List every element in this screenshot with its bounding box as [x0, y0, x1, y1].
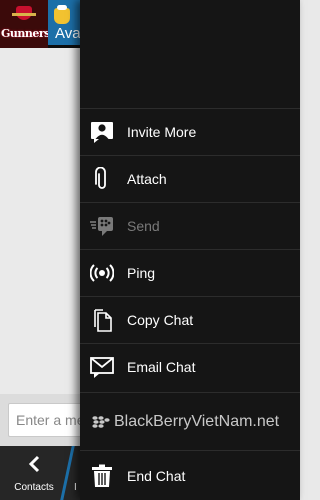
- blackberry-send-icon: [90, 217, 113, 236]
- menu-item-send[interactable]: Send: [80, 202, 300, 249]
- menu-item-attach[interactable]: Attach: [80, 155, 300, 202]
- menu-item-email-chat[interactable]: Email Chat: [80, 343, 300, 390]
- cannon-icon: [12, 13, 36, 16]
- action-bar-next-label[interactable]: I: [74, 482, 77, 493]
- menu-item-label: Invite More: [127, 124, 197, 140]
- menu-item-label: Attach: [127, 171, 167, 187]
- menu-item-label: Email Chat: [127, 359, 196, 375]
- invite-contact-icon: [91, 122, 113, 143]
- chevron-left-icon: [28, 455, 40, 473]
- chat-header: Gunners Avai: [0, 0, 84, 48]
- back-to-contacts-button[interactable]: Contacts: [0, 446, 68, 500]
- email-icon: [90, 357, 114, 378]
- avatar[interactable]: Gunners: [0, 0, 48, 48]
- blackberry-logo-icon: [92, 416, 110, 428]
- menu-empty-area: [80, 0, 300, 108]
- ping-icon: [90, 264, 114, 282]
- watermark-text: BlackBerryVietNam.net: [114, 413, 280, 430]
- menu-item-invite-more[interactable]: Invite More: [80, 108, 300, 155]
- menu-item-ping[interactable]: Ping: [80, 249, 300, 296]
- paperclip-icon: [95, 167, 106, 189]
- menu-item-end-chat[interactable]: End Chat: [80, 450, 300, 500]
- menu-item-label: Ping: [127, 265, 156, 281]
- copy-document-icon: [94, 309, 112, 332]
- menu-item-label: End Chat: [127, 468, 186, 484]
- chat-transcript[interactable]: [0, 48, 80, 394]
- menu-item-copy-chat[interactable]: Copy Chat: [80, 296, 300, 343]
- avatar-text: Gunners: [1, 27, 48, 40]
- menu-item-label: Copy Chat: [127, 312, 194, 328]
- watermark: BlackBerryVietNam.net: [80, 392, 300, 450]
- beer-status-icon: [54, 5, 70, 24]
- menu-item-label: Send: [127, 218, 160, 234]
- composer: Enter a me: [0, 394, 98, 446]
- overflow-menu: Invite More Attach Send Ping Copy Chat E…: [80, 0, 300, 500]
- back-label: Contacts: [14, 482, 54, 493]
- action-bar: Contacts I: [0, 446, 80, 500]
- trash-icon: [92, 464, 112, 487]
